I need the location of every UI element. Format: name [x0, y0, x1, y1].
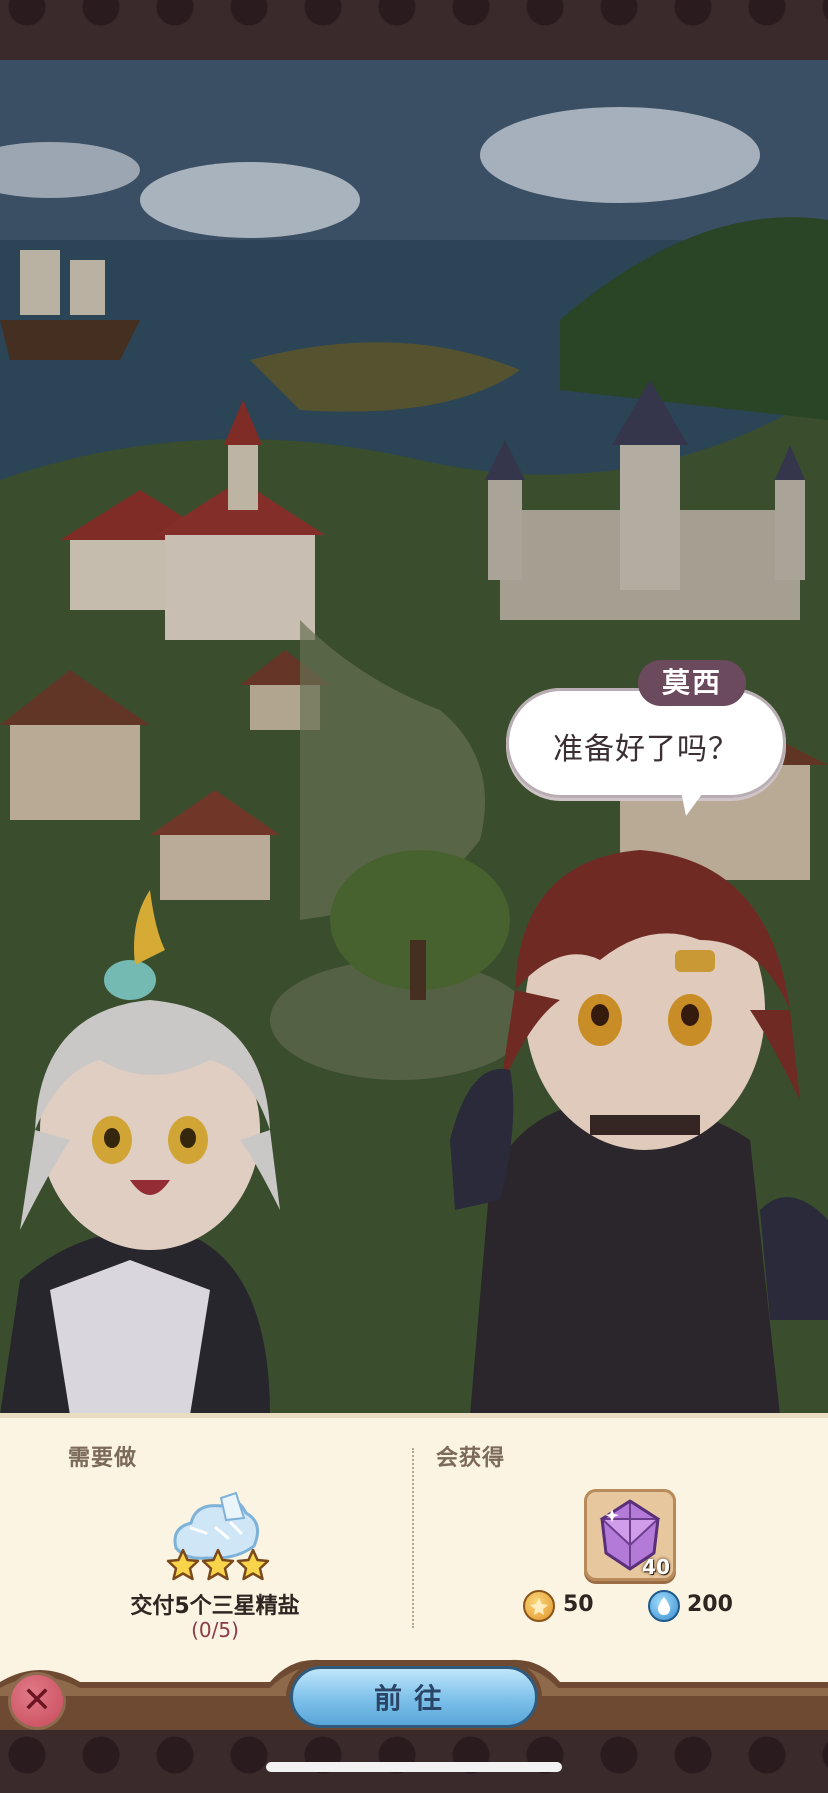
- reward-item-count: 40: [642, 1555, 670, 1579]
- reward-item-slot[interactable]: 40: [584, 1489, 676, 1581]
- water-reward-value: 200: [687, 1592, 733, 1617]
- coin-reward-value: 50: [563, 1592, 594, 1617]
- close-icon: ✕: [21, 1680, 53, 1721]
- action-bar: ✕ 前往: [0, 1652, 828, 1732]
- speaker-name-tag: 莫西: [638, 660, 747, 706]
- water-drop-icon: [648, 1590, 680, 1622]
- home-indicator[interactable]: [266, 1762, 562, 1772]
- task-stars: [166, 1548, 270, 1582]
- close-button[interactable]: ✕: [8, 1672, 66, 1730]
- star-icon: [201, 1548, 235, 1581]
- star-icon: [166, 1548, 200, 1581]
- panel-divider: [412, 1448, 414, 1628]
- star-icon: [236, 1548, 270, 1581]
- village-scene: 准备好了吗？ 莫西: [0, 60, 828, 1415]
- speech-bubble-body: 准备好了吗？: [506, 688, 786, 798]
- go-button[interactable]: 前往: [290, 1666, 538, 1728]
- reward-label: 会获得: [436, 1446, 506, 1471]
- dialogue-text: 准备好了吗？: [553, 732, 739, 767]
- todo-label: 需要做: [68, 1446, 138, 1471]
- task-progress: (0/5): [191, 1618, 239, 1642]
- task-description: 交付5个三星精盐: [130, 1594, 300, 1619]
- top-border-pattern: [0, 0, 828, 60]
- speech-bubble: 准备好了吗？ 莫西: [506, 660, 786, 816]
- gold-coin-icon: [523, 1590, 555, 1622]
